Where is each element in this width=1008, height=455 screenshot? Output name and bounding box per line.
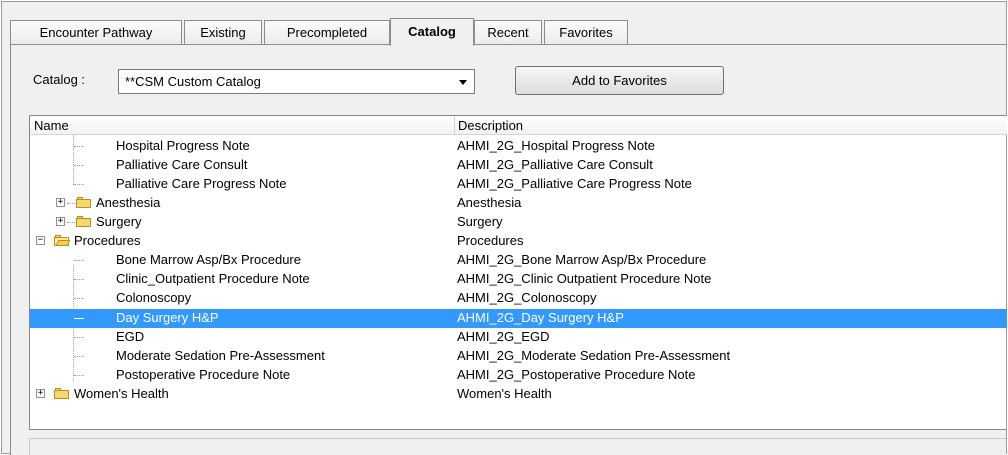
item-description: AHMI_2G_Palliative Care Progress Note: [457, 176, 692, 191]
list-item-selected[interactable]: Day Surgery H&P AHMI_2G_Day Surgery H&P: [30, 309, 1007, 328]
item-description: AHMI_2G_Clinic Outpatient Procedure Note: [457, 271, 712, 286]
tree-line: [67, 203, 75, 204]
tree-line: [74, 165, 84, 166]
tab-label: Precompleted: [286, 25, 368, 40]
item-name: Hospital Progress Note: [116, 138, 250, 153]
list-item[interactable]: Postoperative Procedure Note AHMI_2G_Pos…: [30, 366, 1007, 385]
catalog-tree-list[interactable]: Name Description Hospital Progress Note …: [29, 115, 1007, 430]
folder-icon: [76, 216, 91, 227]
item-name: Day Surgery H&P: [116, 310, 219, 325]
tab-bar: Encounter Pathway Existing Precompleted …: [10, 18, 1000, 46]
column-divider[interactable]: [454, 116, 455, 135]
list-item[interactable]: Clinic_Outpatient Procedure Note AHMI_2G…: [30, 270, 1007, 289]
item-description: AHMI_2G_Palliative Care Consult: [457, 157, 653, 172]
list-item-folder-anesthesia[interactable]: + Anesthesia Anesthesia: [30, 194, 1007, 213]
list-header: Name Description: [30, 116, 1007, 135]
item-description: AHMI_2G_Bone Marrow Asp/Bx Procedure: [457, 252, 707, 267]
column-header-description[interactable]: Description: [458, 118, 523, 133]
tree-line: [74, 375, 84, 376]
item-name: Anesthesia: [96, 195, 161, 210]
tab-label: Catalog: [408, 24, 456, 39]
item-description: Women's Health: [457, 386, 552, 401]
list-item[interactable]: Moderate Sedation Pre-Assessment AHMI_2G…: [30, 347, 1007, 366]
item-name: Postoperative Procedure Note: [116, 367, 291, 382]
add-to-favorites-button[interactable]: Add to Favorites: [515, 66, 724, 95]
tree-line: [74, 318, 84, 319]
item-name: Women's Health: [74, 386, 169, 401]
list-item[interactable]: Colonoscopy AHMI_2G_Colonoscopy: [30, 289, 1007, 308]
item-description: Procedures: [457, 233, 524, 248]
tab-favorites[interactable]: Favorites: [544, 20, 628, 45]
catalog-dropdown[interactable]: **CSM Custom Catalog: [118, 69, 475, 94]
item-description: AHMI_2G_Postoperative Procedure Note: [457, 367, 696, 382]
item-name: Palliative Care Progress Note: [116, 176, 287, 191]
item-description: AHMI_2G_Moderate Sedation Pre-Assessment: [457, 348, 731, 363]
tab-catalog[interactable]: Catalog: [390, 18, 474, 46]
item-name: Palliative Care Consult: [116, 157, 248, 172]
folder-icon: [54, 388, 69, 399]
item-description: Surgery: [457, 214, 503, 229]
bottom-panel-edge: [29, 438, 1006, 455]
item-name: Bone Marrow Asp/Bx Procedure: [116, 252, 301, 267]
item-description: AHMI_2G_EGD: [457, 329, 550, 344]
tree-line: [74, 146, 84, 147]
list-item[interactable]: Palliative Care Progress Note AHMI_2G_Pa…: [30, 175, 1007, 194]
item-description: AHMI_2G_Colonoscopy: [457, 290, 597, 305]
item-name: Surgery: [96, 214, 142, 229]
list-item[interactable]: EGD AHMI_2G_EGD: [30, 328, 1007, 347]
folder-open-icon: [54, 235, 71, 246]
tab-label: Recent: [487, 25, 529, 40]
catalog-label: Catalog :: [33, 72, 86, 87]
list-item-folder-womens-health[interactable]: + Women's Health Women's Health: [30, 385, 1007, 404]
collapse-minus-icon[interactable]: −: [36, 236, 45, 245]
list-item-folder-procedures[interactable]: − Procedures Procedures: [30, 232, 1007, 251]
tab-precompleted[interactable]: Precompleted: [264, 20, 390, 45]
item-description: Anesthesia: [457, 195, 522, 210]
item-name: Colonoscopy: [116, 290, 192, 305]
list-item[interactable]: Hospital Progress Note AHMI_2G_Hospital …: [30, 137, 1007, 156]
tab-recent[interactable]: Recent: [474, 20, 542, 45]
folder-icon: [76, 197, 91, 208]
item-name: EGD: [116, 329, 145, 344]
tree-line: [74, 356, 84, 357]
catalog-dropdown-value: **CSM Custom Catalog: [125, 74, 261, 89]
tab-label: Favorites: [559, 25, 613, 40]
tree-line: [74, 279, 84, 280]
tree-line: [74, 337, 84, 338]
item-name: Moderate Sedation Pre-Assessment: [116, 348, 325, 363]
tree-line: [67, 222, 75, 223]
tree-line: [74, 298, 84, 299]
list-item[interactable]: Bone Marrow Asp/Bx Procedure AHMI_2G_Bon…: [30, 251, 1007, 270]
expand-plus-icon[interactable]: +: [56, 217, 65, 226]
list-item[interactable]: Palliative Care Consult AHMI_2G_Palliati…: [30, 156, 1007, 175]
item-name: Procedures: [74, 233, 141, 248]
item-description: AHMI_2G_Hospital Progress Note: [457, 138, 655, 153]
item-name: Clinic_Outpatient Procedure Note: [116, 271, 310, 286]
tab-label: Existing: [200, 25, 246, 40]
expand-plus-icon[interactable]: +: [36, 389, 45, 398]
tree-line: [74, 184, 84, 185]
tree-line: [74, 260, 84, 261]
tab-label: Encounter Pathway: [39, 25, 153, 40]
expand-plus-icon[interactable]: +: [56, 198, 65, 207]
item-description: AHMI_2G_Day Surgery H&P: [457, 310, 624, 325]
chevron-down-icon[interactable]: [459, 80, 467, 85]
tab-existing[interactable]: Existing: [184, 20, 262, 45]
column-header-name[interactable]: Name: [34, 118, 69, 133]
list-item-folder-surgery[interactable]: + Surgery Surgery: [30, 213, 1007, 232]
tab-encounter-pathway[interactable]: Encounter Pathway: [10, 20, 182, 45]
